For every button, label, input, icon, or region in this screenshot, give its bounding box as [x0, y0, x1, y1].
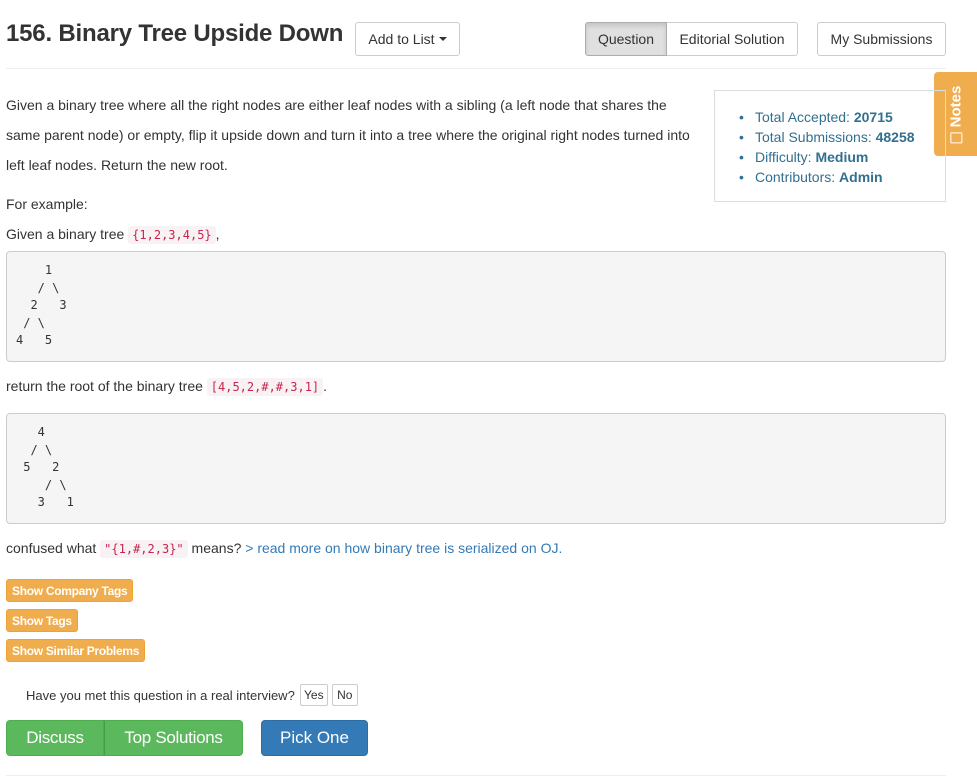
tree-before-block: 1 / \ 2 3 / \ 4 5 — [6, 251, 946, 362]
stat-difficulty: Difficulty: Medium — [739, 147, 945, 167]
show-tags-button[interactable]: Show Tags — [6, 609, 78, 632]
yes-button[interactable]: Yes — [299, 684, 328, 706]
return-line: return the root of the binary tree [4,5,… — [6, 378, 328, 396]
header-divider — [6, 68, 946, 69]
question-tabs: Question Editorial Solution — [585, 22, 798, 56]
notes-label: Notes — [947, 85, 964, 127]
add-to-list-label: Add to List — [368, 31, 435, 47]
pick-one-button[interactable]: Pick One — [261, 720, 368, 756]
my-submissions-button[interactable]: My Submissions — [817, 22, 946, 56]
add-to-list-button[interactable]: Add to List — [355, 22, 460, 56]
tree-after-block: 4 / \ 5 2 / \ 3 1 — [6, 413, 946, 524]
given-line: Given a binary tree {1,2,3,4,5}, — [6, 226, 220, 244]
show-company-tags-button[interactable]: Show Company Tags — [6, 579, 134, 602]
note-icon — [949, 131, 962, 143]
discuss-button[interactable]: Discuss — [6, 720, 104, 756]
stats-panel: Total Accepted: 20715 Total Submissions:… — [714, 90, 946, 202]
stat-contributors: Contributors: Admin — [739, 167, 945, 187]
tab-editorial-solution[interactable]: Editorial Solution — [667, 22, 798, 56]
page-title: 156. Binary Tree Upside Down — [6, 20, 344, 47]
no-button[interactable]: No — [331, 684, 358, 706]
stat-accepted: Total Accepted: 20715 — [739, 107, 945, 127]
interview-prompt: Have you met this question in a real int… — [26, 684, 358, 706]
tab-question[interactable]: Question — [585, 22, 667, 56]
for-example-text: For example: — [6, 196, 88, 212]
confused-code: "{1,#,2,3}" — [100, 540, 188, 558]
serialization-link[interactable]: > read more on how binary tree is serial… — [245, 540, 562, 556]
top-solutions-button[interactable]: Top Solutions — [104, 720, 243, 756]
discussion-actions: Discuss Top Solutions — [6, 720, 243, 756]
interview-question: Have you met this question in a real int… — [26, 687, 295, 703]
confused-line: confused what "{1,#,2,3}" means? > read … — [6, 540, 563, 558]
caret-down-icon — [438, 37, 447, 41]
return-code: [4,5,2,#,#,3,1] — [206, 378, 324, 396]
stat-submissions: Total Submissions: 48258 — [739, 127, 945, 147]
problem-description: Given a binary tree where all the right … — [6, 97, 690, 173]
show-similar-problems-button[interactable]: Show Similar Problems — [6, 639, 146, 662]
given-code: {1,2,3,4,5} — [128, 226, 216, 244]
footer-divider — [6, 775, 946, 776]
